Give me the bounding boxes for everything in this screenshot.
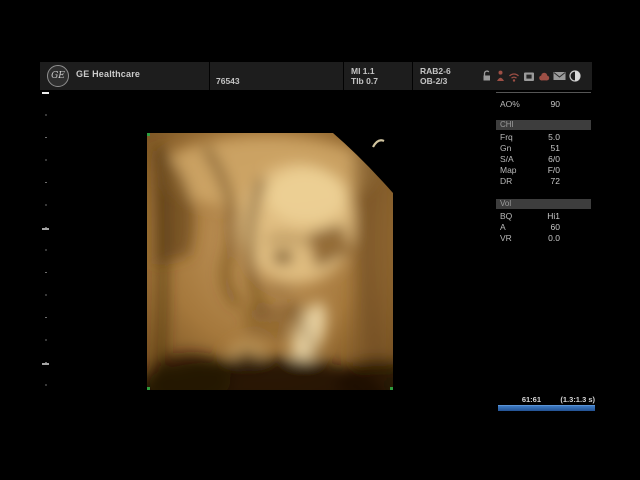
patient-id: 76543 <box>216 76 240 86</box>
divider <box>343 62 344 90</box>
ti-value: TIb 0.7 <box>351 76 378 86</box>
param-label: S/A <box>500 154 514 164</box>
preset-name: OB-2/3 <box>420 76 447 86</box>
param-value: 60 <box>551 222 560 232</box>
cine-frame-count: 61:61 <box>522 395 541 404</box>
probe-name: RAB2-6 <box>420 66 451 76</box>
ge-logo: GE <box>47 65 69 87</box>
fetus-3d-render <box>147 133 393 390</box>
ultrasound-render <box>147 133 393 390</box>
roi-corner-marker <box>390 387 393 390</box>
ruler-ticks <box>45 92 47 392</box>
patient-icon <box>496 70 505 82</box>
param-value: 90 <box>551 99 560 109</box>
param-value: 5.0 <box>548 132 560 142</box>
param-value: Hi1 <box>547 211 560 221</box>
top-status-bar: GE GE Healthcare 76543 MI 1.1 TIb 0.7 RA… <box>40 62 592 90</box>
param-label: DR <box>500 176 512 186</box>
ruler-major-tick <box>42 228 49 230</box>
param-row: VR 0.0 <box>500 233 560 243</box>
unlock-icon <box>482 70 493 82</box>
param-label: AO% <box>500 99 520 109</box>
roi-corner-marker <box>147 387 150 390</box>
cine-status: 61:61 (1.3:1.3 s) <box>498 395 595 404</box>
param-label: A <box>500 222 506 232</box>
param-row: S/A 6/0 <box>500 154 560 164</box>
param-value: F/0 <box>548 165 560 175</box>
param-value: 72 <box>551 176 560 186</box>
param-row-ao: AO% 90 <box>500 99 560 109</box>
cloud-icon <box>538 71 550 82</box>
section-header-vol: Vol <box>496 199 591 209</box>
param-label: Frq <box>500 132 513 142</box>
param-label: Map <box>500 165 517 175</box>
param-row: BQ Hi1 <box>500 211 560 221</box>
param-row: A 60 <box>500 222 560 232</box>
ruler-major-tick <box>42 363 49 365</box>
ultrasound-screen: GE GE Healthcare 76543 MI 1.1 TIb 0.7 RA… <box>0 0 640 480</box>
panel-divider <box>496 92 591 93</box>
section-header-chi: CHI <box>496 120 591 130</box>
cine-progress-bar[interactable] <box>498 405 595 411</box>
divider <box>209 62 210 90</box>
param-label: Gn <box>500 143 511 153</box>
cine-duration: (1.3:1.3 s) <box>560 395 595 404</box>
mi-value: MI 1.1 <box>351 66 375 76</box>
param-row: Map F/0 <box>500 165 560 175</box>
roi-corner-marker <box>147 133 150 136</box>
contrast-icon <box>569 70 581 82</box>
param-row: DR 72 <box>500 176 560 186</box>
printer-icon <box>523 71 535 82</box>
depth-ruler <box>42 92 50 404</box>
param-value: 0.0 <box>548 233 560 243</box>
divider <box>412 62 413 90</box>
param-row: Gn 51 <box>500 143 560 153</box>
wifi-icon <box>508 71 520 82</box>
brand-label: GE Healthcare <box>76 69 140 79</box>
param-label: BQ <box>500 211 512 221</box>
param-row: Frq 5.0 <box>500 132 560 142</box>
ruler-major-tick <box>42 92 49 94</box>
envelope-icon <box>553 71 566 81</box>
param-value: 51 <box>551 143 560 153</box>
param-label: VR <box>500 233 512 243</box>
status-icon-row <box>482 70 581 82</box>
param-value: 6/0 <box>548 154 560 164</box>
